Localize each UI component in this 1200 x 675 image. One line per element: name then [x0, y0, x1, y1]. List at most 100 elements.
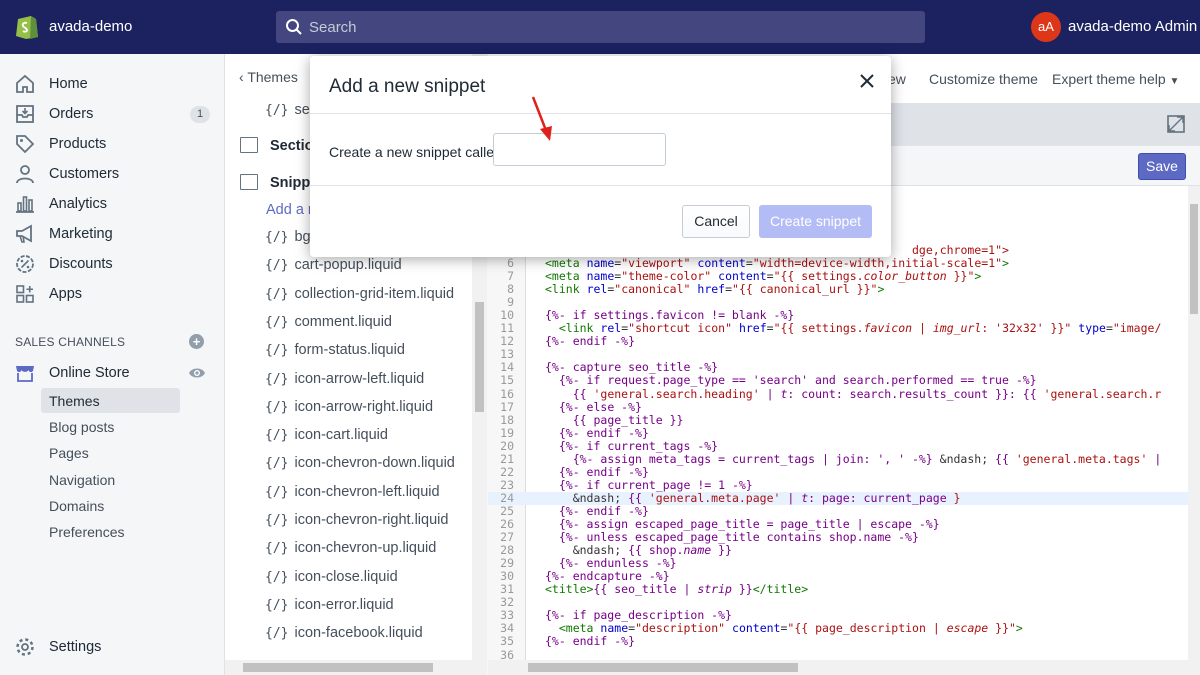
add-snippet-modal: Add a new snippet Create a new snippet c…: [310, 56, 891, 257]
code-text: <meta name="description" content="{{ pag…: [558, 621, 1023, 636]
sidebar-subitem-preferences[interactable]: Preferences: [41, 519, 180, 544]
sidebar-item-discounts[interactable]: Discounts: [0, 250, 225, 278]
file-item[interactable]: {/} icon-arrow-left.liquid: [265, 371, 424, 387]
bar-chart-icon: [16, 196, 34, 213]
avatar[interactable]: aA: [1031, 12, 1061, 42]
code-line: 32: [488, 596, 1188, 609]
code-line: 22 {%- endif -%}: [488, 465, 1188, 479]
line-number: 12: [500, 334, 514, 349]
code-line: 35 {%- endif -%}: [488, 635, 1188, 648]
sidebar-subitem-themes[interactable]: Themes: [41, 388, 180, 413]
file-item[interactable]: {/} form-status.liquid: [265, 342, 405, 358]
liquid-file-icon: {/}: [265, 597, 289, 613]
scroll-thumb[interactable]: [475, 302, 484, 412]
shopify-logo-icon[interactable]: [14, 12, 40, 40]
close-icon[interactable]: [856, 70, 878, 92]
sidebar-item-marketing[interactable]: Marketing: [0, 220, 225, 248]
sidebar-item-settings[interactable]: Settings: [0, 633, 225, 661]
scroll-thumb[interactable]: [528, 663, 798, 672]
code-line: 24 &ndash; {{ 'general.meta.page' | t: p…: [488, 491, 1188, 505]
search-bar[interactable]: Search: [276, 11, 925, 43]
sidebar-item-home[interactable]: Home: [0, 70, 225, 98]
scroll-thumb[interactable]: [1190, 204, 1198, 314]
file-item[interactable]: {/} icon-chevron-left.liquid: [265, 484, 440, 500]
line-number: 11: [500, 321, 514, 336]
sidebar-item-analytics[interactable]: Analytics: [0, 190, 225, 218]
sidebar-item-apps[interactable]: Apps: [0, 280, 225, 308]
expert-theme-help-link[interactable]: Expert theme help ▼: [1052, 71, 1179, 87]
sidebar-subitem-blog-posts[interactable]: Blog posts: [41, 414, 180, 439]
file-item[interactable]: {/} icon-facebook.liquid: [265, 625, 423, 641]
liquid-file-icon: {/}: [265, 286, 289, 302]
customize-theme-link[interactable]: Customize theme: [929, 71, 1038, 87]
sidebar-subitem-pages[interactable]: Pages: [41, 440, 180, 465]
file-name: icon-chevron-right.liquid: [294, 512, 449, 528]
add-sales-channel-button[interactable]: +: [189, 334, 204, 349]
file-name: icon-chevron-down.liquid: [294, 455, 455, 472]
eye-icon[interactable]: [188, 366, 206, 380]
expand-icon[interactable]: [1166, 114, 1186, 134]
file-name: icon-chevron-up.liquid: [294, 540, 437, 557]
file-item[interactable]: {/} icon-error.liquid: [265, 597, 394, 613]
liquid-file-icon: {/}: [265, 371, 289, 387]
scroll-thumb[interactable]: [243, 663, 433, 672]
snippet-name-input[interactable]: [493, 133, 666, 166]
code-text: {%- if current_page != 1 -%}: [558, 477, 753, 492]
admin-name[interactable]: avada-demo Admin: [1068, 18, 1197, 35]
file-item[interactable]: {/} icon-chevron-down.liquid: [265, 455, 455, 471]
back-to-themes-link[interactable]: ‹ Themes: [239, 69, 298, 85]
line-number: 23: [500, 477, 514, 492]
save-button[interactable]: Save: [1138, 153, 1186, 180]
code-line: 9: [488, 296, 1188, 309]
file-item[interactable]: {/} icon-chevron-right.liquid: [265, 512, 448, 528]
divider: [310, 185, 891, 186]
file-item[interactable]: {/} comment.liquid: [265, 314, 392, 330]
orders-icon: [16, 105, 34, 123]
search-placeholder: Search: [309, 19, 357, 36]
file-name: icon-cart.liquid: [294, 427, 388, 444]
file-item[interactable]: {/} icon-close.liquid: [265, 569, 398, 585]
line-number: 6: [507, 256, 514, 270]
file-panel-horizontal-scrollbar[interactable]: [225, 660, 472, 675]
file-item[interactable]: {/} collection-grid-item.liquid: [265, 286, 454, 302]
sidebar-subitem-domains[interactable]: Domains: [41, 493, 180, 518]
code-text: {%- if current_tags -%}: [558, 438, 719, 453]
code-text: dge,chrome=1">: [912, 243, 1009, 257]
sidebar-item-label: Customers: [49, 166, 120, 182]
file-name: icon-arrow-right.liquid: [294, 398, 434, 415]
liquid-file-icon: {/}: [265, 230, 289, 245]
code-line: 8 <link rel="canonical" href="{{ canonica…: [488, 283, 1188, 296]
code-line: 15 {%- if request.page_type == 'search' …: [488, 374, 1188, 387]
annotation-arrow-icon: [531, 96, 552, 141]
code-line: 17 {%- else -%}: [488, 400, 1188, 414]
code-line: 26 {%- assign escaped_page_title = page_…: [488, 518, 1188, 531]
sidebar-item-products[interactable]: Products: [0, 130, 225, 158]
sidebar-item-customers[interactable]: Customers: [0, 160, 225, 188]
code-line: 20 {%- if current_tags -%}: [488, 438, 1188, 453]
line-number: 30: [500, 569, 514, 584]
liquid-file-icon: {/}: [265, 456, 289, 472]
store-name[interactable]: avada-demo: [49, 18, 132, 35]
line-number: 21: [500, 451, 514, 466]
cancel-button[interactable]: Cancel: [682, 205, 750, 238]
code-editor[interactable]: dge,chrome=1"> 6 <meta name="viewport" co…: [488, 186, 1188, 660]
liquid-file-icon: {/}: [265, 513, 289, 528]
code-text: {%- unless escaped_page_title contains s…: [558, 530, 919, 545]
sidebar-item-orders[interactable]: Orders 1: [0, 100, 225, 128]
create-snippet-button[interactable]: Create snippet: [759, 205, 872, 238]
line-number: 20: [500, 438, 514, 453]
file-item[interactable]: {/} cart-popup.liquid: [265, 257, 402, 273]
folder-icon: [240, 137, 258, 153]
file-item[interactable]: {/} icon-chevron-up.liquid: [265, 540, 436, 556]
file-name: icon-error.liquid: [294, 596, 394, 613]
editor-horizontal-scrollbar[interactable]: [488, 660, 1200, 675]
file-item[interactable]: {/} icon-cart.liquid: [265, 427, 388, 443]
file-item[interactable]: {/} icon-arrow-right.liquid: [265, 399, 433, 415]
code-line: 6 <meta name="viewport" content="width=de…: [488, 257, 1188, 270]
code-line: 14 {%- capture seo_title -%}: [488, 361, 1188, 374]
editor-vertical-scrollbar[interactable]: [1188, 186, 1200, 660]
file-name: cart-popup.liquid: [294, 257, 402, 274]
sidebar-subitem-navigation[interactable]: Navigation: [41, 467, 180, 492]
sidebar: Home Orders 1 Products Customers Analyti…: [0, 54, 225, 675]
code-text: {%- endif -%}: [545, 334, 636, 349]
